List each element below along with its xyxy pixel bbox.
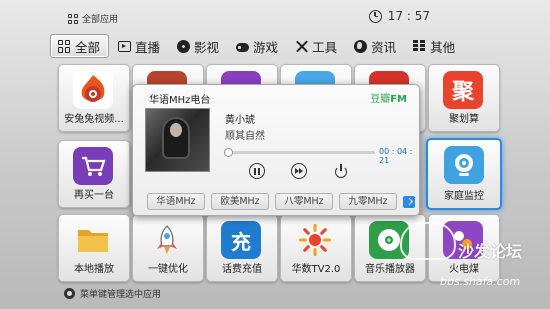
topup-icon: 充 (221, 221, 261, 259)
tab-movies[interactable]: 影视 (170, 34, 227, 58)
footer-hint: 菜单键管理选中应用 (64, 287, 161, 300)
grid-icon (58, 39, 71, 53)
list-icon (413, 39, 426, 53)
tab-games[interactable]: 游戏 (229, 34, 286, 58)
app-tile-antutu-video[interactable]: 安兔兔视频... (58, 64, 130, 132)
tab-tools[interactable]: 工具 (288, 34, 345, 58)
douban-fm-popup: 华语MHz电台 豆瓣FM 黄小琥 顺其自然 00 : 04 : 21 华语MHz… (132, 84, 420, 216)
brand-prefix: 豆瓣 (370, 94, 391, 105)
tab-label: 工具 (312, 39, 338, 55)
app-label: 家庭监控 (444, 191, 484, 202)
app-tile-local-play[interactable]: 本地播放 (58, 214, 130, 282)
app-label: 话费充值 (222, 264, 262, 275)
globe-icon (354, 39, 368, 53)
app-label: 再买一台 (74, 190, 114, 201)
rocket-icon (147, 221, 187, 259)
footer-hint-text: 菜单键管理选中应用 (80, 290, 162, 300)
app-label: 安兔兔视频... (64, 114, 124, 125)
song-artist: 顺其自然 (225, 131, 265, 142)
tab-label: 影视 (194, 39, 220, 55)
wasu-sun-icon (295, 221, 335, 259)
tools-icon (295, 40, 308, 53)
next-button[interactable] (291, 163, 307, 179)
watermark-title: 沙发论坛 (458, 242, 523, 261)
tab-news[interactable]: 资讯 (347, 34, 404, 58)
juhuasuan-icon: 聚 (443, 71, 483, 109)
watermark-url: bbs.shafa.com (440, 275, 521, 288)
category-tabs: 全部 直播 影视 游戏 工具 资讯 其他 (50, 34, 502, 58)
app-label: 一键优化 (148, 264, 188, 275)
channel-list: 华语MHz 欧美MHz 八零MHz 九零MHz (147, 193, 397, 210)
pause-button[interactable] (249, 163, 265, 179)
tv-icon (118, 40, 132, 52)
elapsed-time: 00 : 04 : 21 (379, 147, 413, 165)
app-tile-topup[interactable]: 充 话费充值 (206, 214, 278, 282)
app-label: 聚划算 (449, 114, 479, 125)
app-label: 本地播放 (74, 264, 114, 275)
folder-icon (73, 221, 113, 259)
film-reel-icon (177, 39, 191, 53)
app-label: 音乐播放器 (365, 264, 415, 275)
apps-grid-icon (68, 13, 78, 24)
douban-fm-logo: 豆瓣FM (370, 90, 407, 105)
top-bar: 全部应用 17 : 57 (0, 0, 550, 32)
tab-label: 直播 (135, 39, 161, 55)
progress-knob[interactable] (224, 148, 233, 157)
album-cover (145, 108, 210, 172)
app-tile-juhuasuan[interactable]: 聚 聚划算 (428, 64, 500, 132)
app-tile-optimize[interactable]: 一键优化 (132, 214, 204, 282)
app-title-text: 全部应用 (82, 15, 119, 25)
app-title: 全部应用 (68, 12, 118, 25)
antutu-video-icon (73, 71, 113, 109)
app-tile-home-monitor[interactable]: 家庭监控 (426, 138, 502, 210)
tab-live[interactable]: 直播 (111, 34, 168, 58)
tab-label: 游戏 (253, 39, 279, 55)
clock: 17 : 57 (368, 9, 430, 23)
chevron-right-icon[interactable] (403, 196, 415, 208)
progress-bar[interactable] (224, 148, 375, 157)
camera-icon (444, 146, 484, 184)
menu-key-icon (64, 288, 75, 299)
tab-label: 其他 (430, 39, 456, 55)
shopping-cart-icon (73, 147, 113, 185)
app-tile-buy-another[interactable]: 再买一台 (58, 140, 130, 208)
clock-icon (368, 9, 382, 23)
tab-other[interactable]: 其他 (406, 34, 463, 58)
channel-button[interactable]: 九零MHz (339, 193, 397, 210)
watermark-logo (400, 222, 456, 260)
app-label: 火电煤 (449, 264, 479, 275)
tab-all[interactable]: 全部 (50, 34, 110, 58)
app-label: 华数TV2.0 (291, 264, 341, 275)
channel-button[interactable]: 华语MHz (147, 193, 205, 210)
channel-button[interactable]: 欧美MHz (211, 193, 269, 210)
app-tile-wasu-tv[interactable]: 华数TV2.0 (280, 214, 352, 282)
gamepad-icon (236, 42, 250, 52)
power-button[interactable] (333, 163, 349, 179)
tab-label: 全部 (75, 39, 101, 55)
song-title: 黄小琥 (225, 115, 255, 126)
radio-title: 华语MHz电台 (149, 95, 211, 106)
channel-button[interactable]: 八零MHz (275, 193, 333, 210)
tab-label: 资讯 (371, 39, 397, 55)
clock-time: 17 : 57 (387, 9, 430, 23)
brand-suffix: FM (390, 94, 407, 105)
